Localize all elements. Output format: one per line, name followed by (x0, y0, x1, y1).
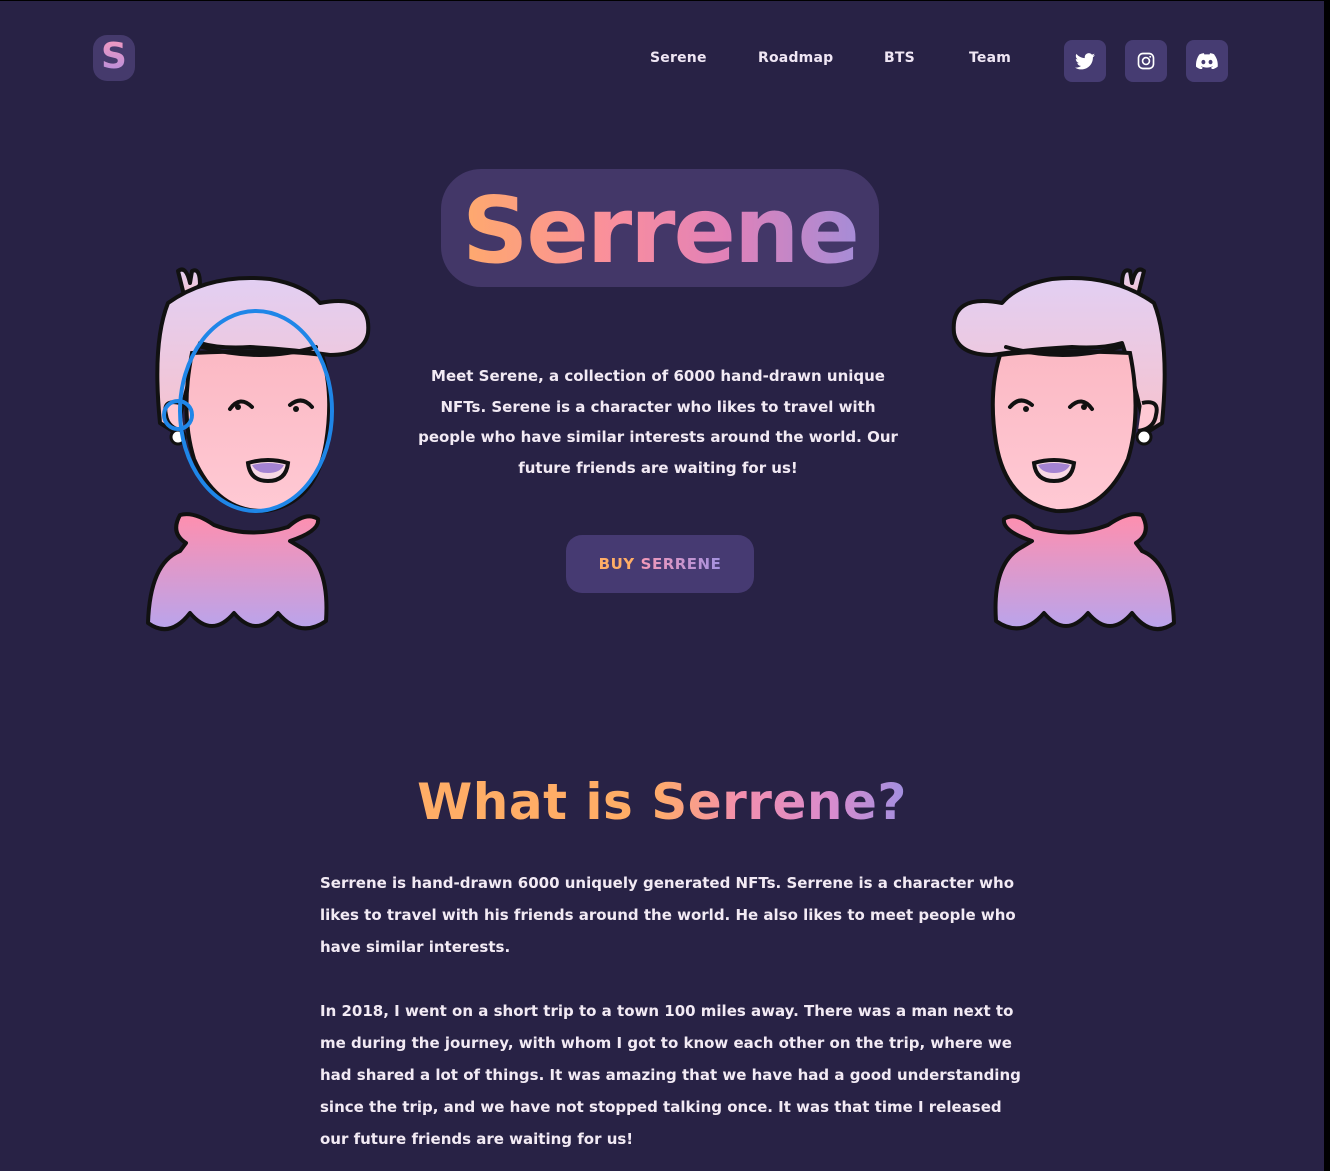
character-left-illustration (146, 267, 371, 632)
about-section-title: What is Serrene? (0, 773, 1324, 831)
hero-title: Serrene (441, 169, 879, 287)
about-title-part1: What is (417, 773, 652, 831)
instagram-button[interactable] (1125, 40, 1167, 82)
nav-link-serene[interactable]: Serene (650, 50, 707, 66)
about-paragraph-1: Serrene is hand-drawn 6000 uniquely gene… (320, 874, 1016, 956)
about-paragraph-2: In 2018, I went on a short trip to a tow… (320, 1002, 1021, 1148)
about-title-part2: Serrene? (651, 773, 907, 831)
buy-serrene-button[interactable]: BUY SERRENE (566, 535, 754, 593)
twitter-icon (1075, 52, 1095, 69)
discord-button[interactable] (1186, 40, 1228, 82)
nav-link-team[interactable]: Team (969, 50, 1011, 66)
nav-link-bts[interactable]: BTS (884, 50, 915, 66)
about-text: Serrene is hand-drawn 6000 uniquely gene… (320, 867, 1030, 1171)
hero-description: Meet Serene, a collection of 6000 hand-d… (418, 367, 898, 477)
buy-button-word1: BUY (598, 555, 635, 573)
landing-page: S Serene Roadmap BTS Team Serrene Meet S… (0, 0, 1324, 1171)
twitter-button[interactable] (1064, 40, 1106, 82)
character-right-illustration (951, 267, 1176, 632)
buy-button-word2: SERRENE (640, 555, 722, 573)
discord-icon (1196, 53, 1218, 69)
instagram-icon (1137, 52, 1155, 70)
nav-link-roadmap[interactable]: Roadmap (758, 50, 833, 66)
